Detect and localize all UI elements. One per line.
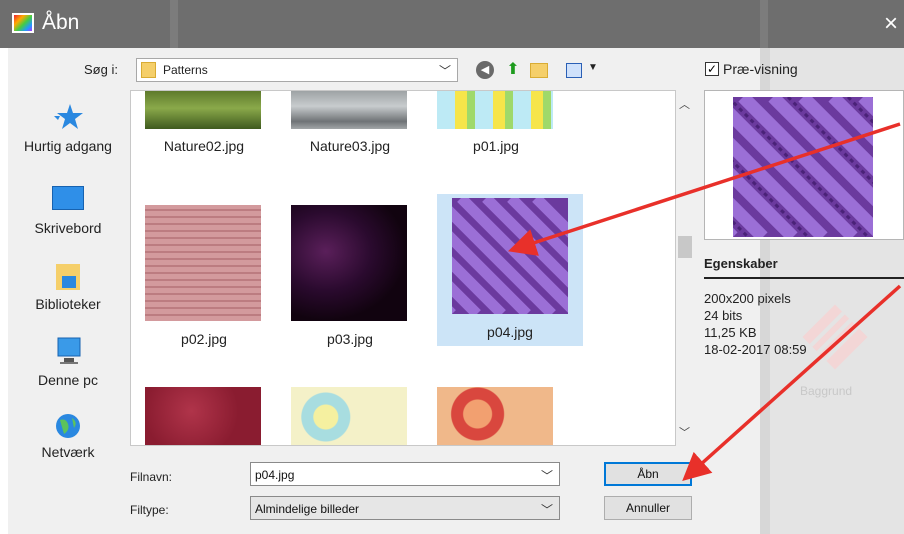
open-button[interactable]: Åbn — [604, 462, 692, 486]
place-desktop[interactable]: Skrivebord — [8, 184, 128, 248]
star-icon — [54, 104, 83, 129]
title-bar: Åbn × — [0, 0, 904, 48]
file-thumbnail — [291, 205, 407, 321]
properties-title: Egenskaber — [704, 256, 778, 271]
desktop-icon — [52, 186, 84, 210]
filename-value: p04.jpg — [255, 468, 295, 482]
file-thumbnail — [291, 387, 407, 445]
file-thumbnail — [145, 387, 261, 445]
file-name: p01.jpg — [473, 138, 519, 154]
places-bar: Hurtig adgang Skrivebord Biblioteker Den… — [8, 90, 128, 460]
file-item-nature02[interactable]: Nature02.jpg — [131, 91, 277, 181]
network-icon — [56, 414, 80, 438]
file-item-p03[interactable]: p03.jpg — [277, 197, 423, 355]
computer-icon — [57, 337, 81, 364]
chevron-down-icon[interactable]: ﹀ — [679, 424, 690, 440]
filetype-label: Filtype: — [130, 503, 169, 517]
file-item-p04[interactable]: p04.jpg — [437, 194, 583, 346]
lookin-value: Patterns — [163, 63, 208, 77]
chevron-up-icon[interactable]: ︿ — [679, 96, 690, 112]
place-quick-access[interactable]: Hurtig adgang — [8, 102, 128, 166]
file-item-p01[interactable]: p01.jpg — [423, 91, 569, 181]
place-libraries[interactable]: Biblioteker — [8, 260, 128, 324]
property-dimensions: 200x200 pixels — [704, 291, 791, 306]
close-icon[interactable]: × — [884, 10, 898, 38]
background-stripe — [170, 0, 178, 48]
property-bit-depth: 24 bits — [704, 308, 743, 323]
folder-icon — [141, 62, 156, 78]
property-modified-date: 18-02-2017 08:59 — [704, 342, 807, 357]
scrollbar-thumb[interactable] — [678, 236, 692, 258]
filetype-value: Almindelige billeder — [255, 502, 360, 516]
cancel-button[interactable]: Annuller — [604, 496, 692, 520]
place-label: Hurtig adgang — [24, 138, 112, 154]
chevron-down-icon[interactable]: ﹀ — [541, 501, 553, 518]
preview-image — [733, 97, 873, 237]
window-title: Åbn — [42, 11, 80, 34]
file-item[interactable] — [131, 387, 277, 445]
file-thumbnail — [291, 91, 407, 129]
properties-divider — [704, 277, 904, 279]
preview-checkbox[interactable]: ✓ — [705, 62, 719, 76]
up-folder-icon[interactable]: ⬆ — [504, 61, 522, 79]
file-name: p02.jpg — [181, 331, 227, 347]
filename-label: Filnavn: — [130, 470, 173, 484]
view-menu-arrow-icon[interactable]: ▼ — [588, 62, 598, 73]
file-item[interactable] — [423, 387, 569, 445]
file-thumbnail — [145, 91, 261, 129]
place-this-pc[interactable]: Denne pc — [8, 336, 128, 400]
filetype-select[interactable]: Almindelige billeder ﹀ — [250, 496, 560, 520]
property-file-size: 11,25 KB — [704, 325, 757, 340]
background-logo-icon — [802, 304, 868, 370]
place-label: Netværk — [41, 444, 95, 460]
back-icon[interactable]: ◀ — [476, 61, 494, 79]
place-label: Denne pc — [38, 372, 98, 388]
background-caption: Baggrund — [800, 384, 853, 398]
file-name: Nature03.jpg — [309, 138, 391, 154]
file-item[interactable] — [277, 387, 423, 445]
filename-input[interactable]: p04.jpg ﹀ — [250, 462, 560, 486]
background-stripe — [760, 0, 768, 48]
new-folder-icon[interactable] — [530, 63, 548, 78]
file-name: p03.jpg — [327, 331, 373, 347]
file-thumbnail — [437, 387, 553, 445]
lookin-label: Søg i: — [84, 62, 118, 77]
place-label: Skrivebord — [34, 220, 102, 236]
file-item-nature03[interactable]: Nature03.jpg — [277, 91, 423, 181]
lookin-dropdown[interactable]: Patterns ﹀ — [136, 58, 458, 82]
view-menu-icon[interactable] — [566, 63, 582, 78]
chevron-down-icon[interactable]: ﹀ — [541, 467, 553, 484]
preview-checkbox-label[interactable]: Præ-visning — [723, 61, 798, 77]
file-thumbnail — [437, 91, 553, 129]
app-icon — [12, 13, 34, 33]
preview-pane — [704, 90, 904, 240]
file-list[interactable]: Nature02.jpg Nature03.jpg p01.jpg p02.jp… — [130, 90, 676, 446]
file-thumbnail — [452, 198, 568, 314]
file-list-scrollbar[interactable]: ︿ ﹀ — [676, 90, 694, 446]
libraries-icon — [56, 264, 80, 290]
file-item-p02[interactable]: p02.jpg — [131, 197, 277, 355]
file-name: p04.jpg — [487, 324, 533, 340]
file-name: Nature02.jpg — [163, 138, 245, 154]
place-label: Biblioteker — [35, 296, 101, 312]
file-thumbnail — [145, 205, 261, 321]
chevron-down-icon[interactable]: ﹀ — [439, 62, 451, 79]
place-network[interactable]: Netværk — [8, 412, 128, 462]
